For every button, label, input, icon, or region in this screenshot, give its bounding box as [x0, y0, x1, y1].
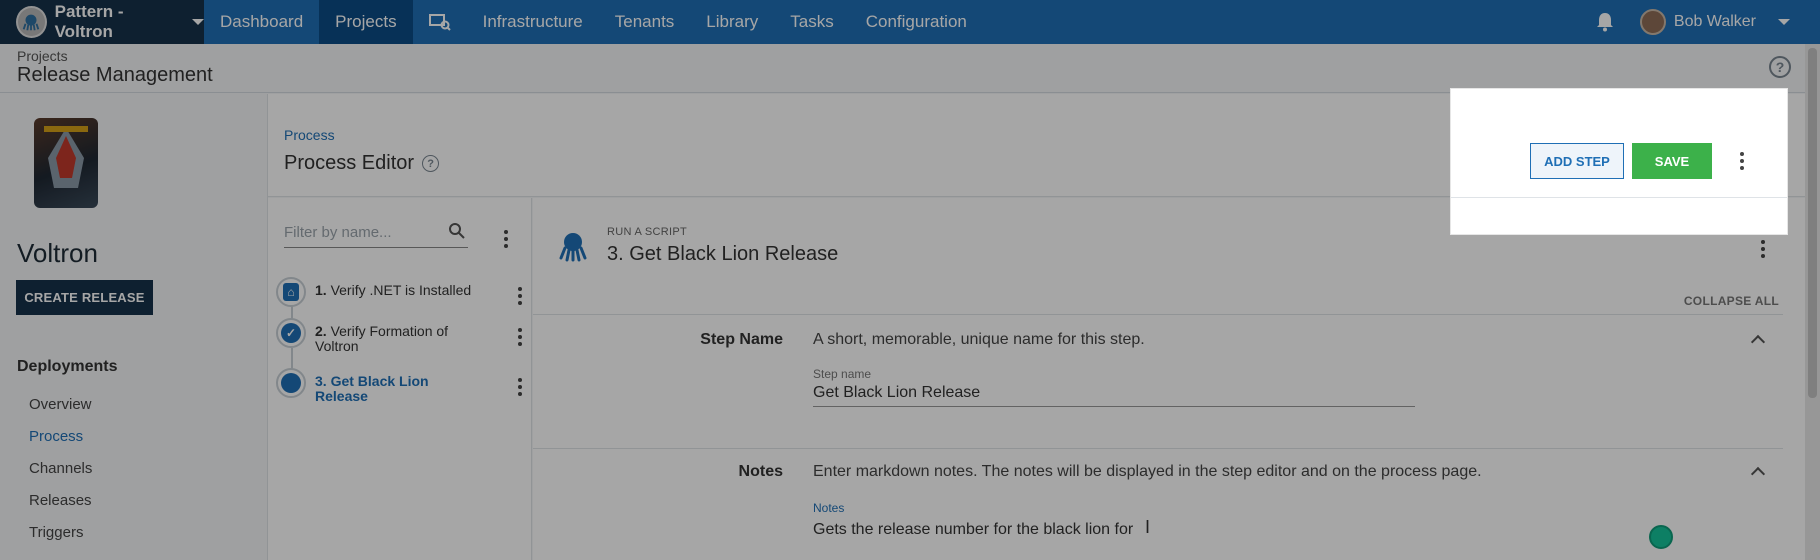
user-name: Bob Walker — [1673, 13, 1756, 30]
step-item[interactable]: 3. Get Black Lion Release — [276, 368, 526, 404]
step-title: 3. Get Black Lion Release — [607, 243, 839, 265]
main-nav: Dashboard Projects Infrastructure Tenant… — [204, 0, 983, 44]
nav-infrastructure[interactable]: Infrastructure — [467, 0, 599, 44]
nav-tenants[interactable]: Tenants — [599, 0, 691, 44]
notes-textarea[interactable]: Gets the release number for the black li… — [813, 521, 1133, 539]
step-number: 2. — [315, 323, 327, 339]
step-icon: ⌂ — [276, 277, 306, 307]
step-number: 1. — [315, 282, 327, 298]
octopus-icon — [559, 233, 587, 262]
bell-icon[interactable] — [1596, 12, 1614, 32]
space-switcher[interactable]: Pattern - Voltron — [0, 0, 204, 44]
filter-input[interactable] — [284, 218, 434, 246]
space-name: Pattern - Voltron — [54, 2, 124, 41]
project-logo — [34, 118, 98, 208]
more-options-icon[interactable] — [1761, 240, 1765, 258]
section-description: A short, memorable, unique name for this… — [813, 331, 1145, 348]
nav-library[interactable]: Library — [690, 0, 774, 44]
more-options-icon[interactable] — [518, 287, 522, 305]
section-label: Step Name — [700, 331, 783, 348]
save-button[interactable]: SAVE — [1632, 143, 1712, 179]
project-name: Voltron — [17, 238, 98, 268]
field-label: Notes — [813, 501, 845, 515]
step-name-input[interactable] — [813, 379, 1415, 407]
page-title: Release Management — [17, 64, 213, 86]
divider — [1451, 197, 1787, 198]
step-item[interactable]: ✓ 2. Verify Formation of Voltron — [276, 318, 526, 354]
process-breadcrumb[interactable]: Process — [284, 127, 335, 143]
step-name: Get Black Lion Release — [315, 373, 429, 404]
more-options-icon[interactable] — [518, 328, 522, 346]
more-options-icon[interactable] — [518, 378, 522, 396]
deployments-heading: Deployments — [17, 358, 118, 375]
nav-projects[interactable]: Projects — [319, 0, 413, 44]
notes-section: Notes Enter markdown notes. The notes wi… — [533, 448, 1783, 560]
page-header: Projects Release Management ? — [0, 44, 1805, 93]
project-sidebar: Voltron CREATE RELEASE Deployments Overv… — [0, 94, 268, 560]
page-scrollbar[interactable] — [1805, 44, 1820, 560]
nav-configuration[interactable]: Configuration — [850, 0, 983, 44]
section-description: Enter markdown notes. The notes will be … — [813, 463, 1482, 480]
step-type: RUN A SCRIPT — [607, 226, 688, 238]
help-icon[interactable]: ? — [1769, 56, 1791, 78]
user-menu[interactable]: Bob Walker — [1639, 9, 1790, 35]
sidebar-item-triggers[interactable]: Triggers — [29, 524, 83, 541]
filter-field — [284, 218, 468, 248]
octopus-logo-icon — [16, 6, 47, 38]
step-name: Verify .NET is Installed — [330, 282, 472, 298]
help-icon[interactable]: ? — [422, 155, 440, 172]
nav-tasks[interactable]: Tasks — [774, 0, 849, 44]
sidebar-item-releases[interactable]: Releases — [29, 492, 92, 509]
sidebar-item-overview[interactable]: Overview — [29, 396, 92, 413]
text-cursor-icon: I — [1145, 517, 1151, 537]
section-label: Notes — [738, 463, 783, 480]
add-step-button[interactable]: ADD STEP — [1530, 143, 1624, 179]
top-nav: Pattern - Voltron Dashboard Projects Inf… — [0, 0, 1820, 44]
step-name: Verify Formation of Voltron — [315, 323, 449, 354]
sidebar-item-process[interactable]: Process — [29, 428, 83, 445]
step-number: 3. — [315, 373, 327, 389]
nav-dashboard[interactable]: Dashboard — [204, 0, 319, 44]
chevron-up-icon[interactable] — [1750, 334, 1766, 350]
search-icon[interactable] — [448, 222, 466, 240]
check-icon: ✓ — [276, 318, 306, 348]
more-options-icon[interactable] — [1740, 152, 1744, 170]
nav-search-machines[interactable] — [413, 0, 467, 44]
chevron-up-icon[interactable] — [1750, 466, 1766, 482]
step-editor: RUN A SCRIPT 3. Get Black Lion Release C… — [533, 198, 1805, 560]
step-item[interactable]: ⌂ 1. Verify .NET is Installed — [276, 277, 526, 313]
grammar-assistant-icon[interactable] — [1649, 525, 1673, 549]
create-release-button[interactable]: CREATE RELEASE — [16, 280, 153, 315]
sidebar-item-channels[interactable]: Channels — [29, 460, 92, 477]
breadcrumb[interactable]: Projects — [17, 48, 68, 64]
process-title-text: Process Editor — [284, 152, 415, 174]
process-title: Process Editor ? — [284, 152, 440, 175]
more-options-icon[interactable] — [504, 230, 508, 248]
octopus-icon — [276, 368, 306, 398]
chevron-down-icon — [1778, 19, 1790, 25]
collapse-all-button[interactable]: COLLAPSE ALL — [1684, 294, 1779, 308]
chevron-down-icon — [192, 19, 204, 25]
scrollbar-thumb[interactable] — [1808, 48, 1817, 398]
highlighted-toolbar: ADD STEP SAVE — [1451, 89, 1787, 234]
step-name-section: Step Name A short, memorable, unique nam… — [533, 314, 1783, 448]
avatar — [1639, 9, 1666, 35]
server-search-icon — [428, 14, 451, 31]
step-list: ⌂ 1. Verify .NET is Installed ✓ 2. Verif… — [268, 198, 532, 560]
